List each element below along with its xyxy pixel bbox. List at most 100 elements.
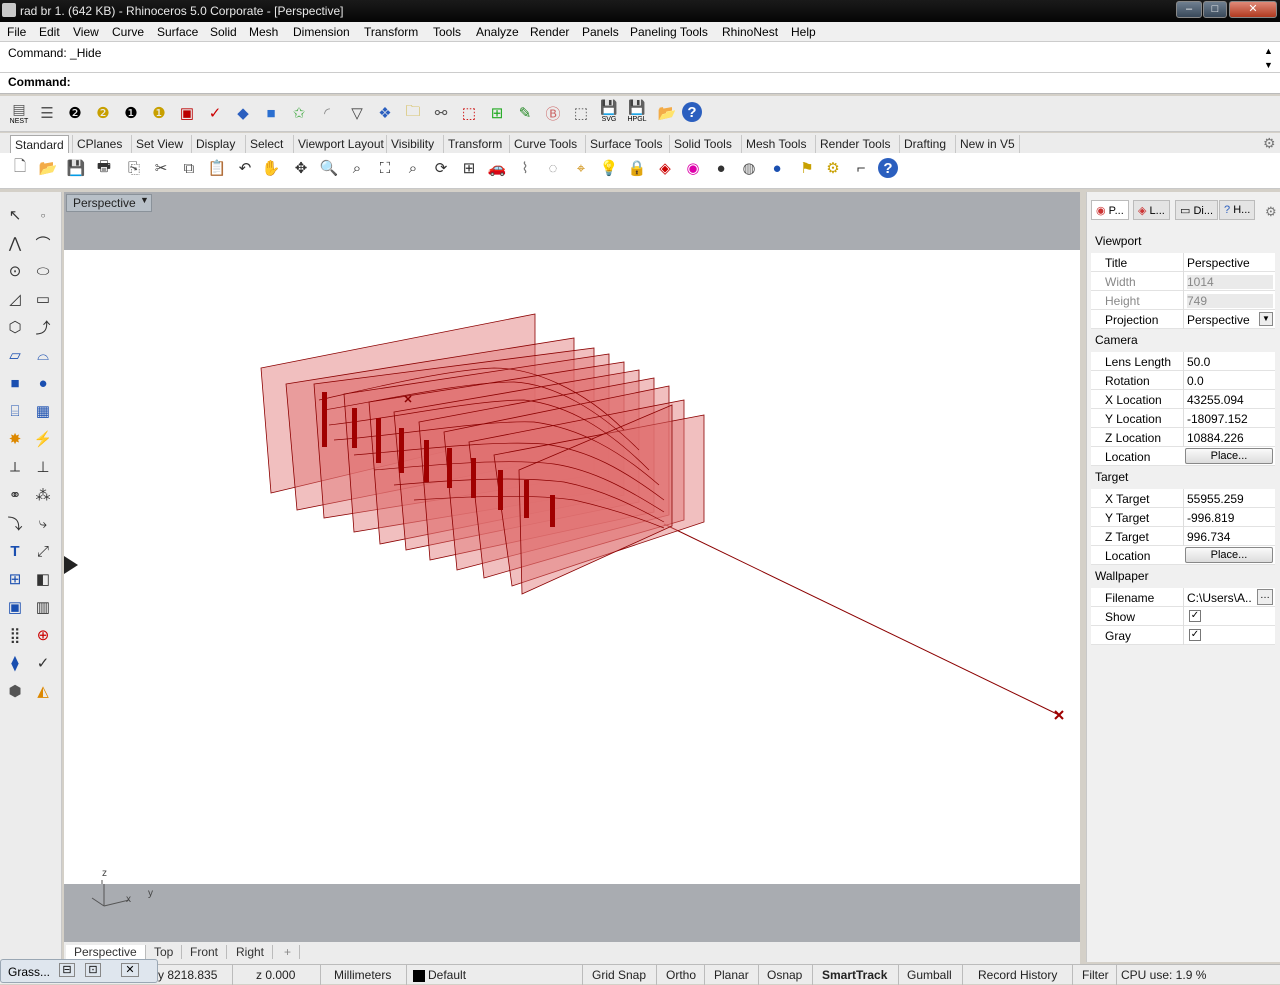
tab-set-view[interactable]: Set View bbox=[131, 135, 187, 153]
menu-surface[interactable]: Surface bbox=[157, 25, 198, 39]
menu-dimension[interactable]: Dimension bbox=[293, 25, 350, 39]
ball-one-icon[interactable]: ❶ bbox=[120, 102, 142, 124]
title-field[interactable]: Perspective bbox=[1187, 256, 1273, 270]
menu-render[interactable]: Render bbox=[530, 25, 569, 39]
viewport-title[interactable]: Perspective ▼ bbox=[66, 194, 152, 212]
camera-place-button[interactable]: Place... bbox=[1185, 448, 1273, 464]
toggle-ortho[interactable]: Ortho bbox=[666, 968, 696, 982]
trim-icon[interactable]: ⟂ bbox=[4, 456, 26, 478]
list-icon[interactable]: ☰ bbox=[36, 102, 58, 124]
tab-solid-tools[interactable]: Solid Tools bbox=[669, 135, 736, 153]
menu-transform[interactable]: Transform bbox=[364, 25, 418, 39]
menu-solid[interactable]: Solid bbox=[210, 25, 237, 39]
tab-layers[interactable]: ◈ L... bbox=[1133, 200, 1170, 220]
menu-analyze[interactable]: Analyze bbox=[476, 25, 519, 39]
circle-icon[interactable]: ⊙ bbox=[4, 260, 26, 282]
solid-sphere-icon[interactable]: ● bbox=[32, 372, 54, 394]
browse-button[interactable]: … bbox=[1257, 589, 1273, 605]
scroll-up-icon[interactable]: ▲ bbox=[1264, 46, 1273, 56]
gumball-icon[interactable]: ⊕ bbox=[32, 624, 54, 646]
circle-select-icon[interactable]: ◌ bbox=[542, 157, 564, 179]
tab-cplanes[interactable]: CPlanes bbox=[72, 135, 126, 153]
close-button[interactable]: ✕ bbox=[1229, 1, 1277, 18]
color-wheel-icon[interactable]: ◉ bbox=[682, 157, 704, 179]
paste-icon[interactable]: 📋 bbox=[206, 157, 228, 179]
gear-icon[interactable]: ⚙ bbox=[1263, 135, 1276, 152]
render-sphere-icon[interactable]: ● bbox=[766, 157, 788, 179]
toggle-smarttrack[interactable]: SmartTrack bbox=[822, 968, 887, 982]
projection-dropdown-icon[interactable]: ▼ bbox=[1259, 312, 1273, 326]
copy-icon[interactable]: ⧉ bbox=[178, 157, 200, 179]
ball-gold-icon[interactable]: ❷ bbox=[92, 102, 114, 124]
dimension-tool-icon[interactable]: ⤢ bbox=[32, 540, 54, 562]
grasshopper-taskbar[interactable]: Grass... ⊟ ⊡ ✕ bbox=[0, 959, 158, 983]
tab-view-front[interactable]: Front bbox=[182, 945, 228, 959]
paint-icon[interactable]: ✎ bbox=[514, 102, 536, 124]
light-bulb-icon[interactable]: 💡 bbox=[598, 157, 620, 179]
panel-gear-icon[interactable]: ⚙ bbox=[1265, 204, 1277, 220]
tab-mesh-tools[interactable]: Mesh Tools bbox=[741, 135, 810, 153]
toggle-record-history[interactable]: Record History bbox=[978, 968, 1057, 982]
tab-select[interactable]: Select bbox=[245, 135, 287, 153]
add-view-tab-button[interactable]: + bbox=[276, 945, 301, 959]
fillet-icon[interactable]: ⤵ bbox=[4, 512, 26, 534]
y-location-field[interactable]: -18097.152 bbox=[1187, 412, 1273, 426]
rectangle-icon[interactable]: ▭ bbox=[32, 288, 54, 310]
material-icon[interactable]: ◭ bbox=[32, 680, 54, 702]
tab-viewport-layout[interactable]: Viewport Layout bbox=[293, 135, 388, 153]
undo-icon[interactable]: ↶ bbox=[234, 157, 256, 179]
crystal-icon[interactable]: ❖ bbox=[374, 102, 396, 124]
tab-properties[interactable]: ◉ P... bbox=[1091, 200, 1129, 220]
arrange-icon[interactable]: ◆ bbox=[232, 102, 254, 124]
show-checkbox[interactable]: ✓ bbox=[1189, 610, 1201, 622]
arc-icon[interactable]: ◜ bbox=[316, 102, 338, 124]
menu-file[interactable]: File bbox=[7, 25, 26, 39]
group-icon[interactable]: ⁂ bbox=[32, 484, 54, 506]
mirror-icon[interactable]: ◧ bbox=[32, 568, 54, 590]
zoom-icon[interactable]: 🔍 bbox=[318, 157, 340, 179]
ball-tag-icon[interactable]: ❶ bbox=[148, 102, 170, 124]
layer-color-swatch[interactable] bbox=[413, 970, 425, 982]
arc-tool-icon[interactable]: ◿ bbox=[4, 288, 26, 310]
hatch-icon[interactable]: ▥ bbox=[32, 596, 54, 618]
boolean-union-icon[interactable]: ⚭ bbox=[4, 484, 26, 506]
tab-view-top[interactable]: Top bbox=[146, 945, 183, 959]
dimension-icon[interactable]: ⌐ bbox=[850, 157, 872, 179]
maximize-small-icon[interactable]: ⊡ bbox=[85, 963, 101, 977]
toggle-grid-snap[interactable]: Grid Snap bbox=[592, 968, 646, 982]
y-target-field[interactable]: -996.819 bbox=[1187, 511, 1273, 525]
polyline-icon[interactable]: ⋀ bbox=[4, 232, 26, 254]
four-view-icon[interactable]: ⊞ bbox=[458, 157, 480, 179]
cylinder-icon[interactable]: ⌸ bbox=[4, 400, 26, 422]
menu-edit[interactable]: Edit bbox=[39, 25, 60, 39]
lightning-icon[interactable]: ⚡ bbox=[32, 428, 54, 450]
z-target-field[interactable]: 996.734 bbox=[1187, 530, 1273, 544]
polygon-icon[interactable]: ⬡ bbox=[4, 316, 26, 338]
snap-point-icon[interactable]: ⌖ bbox=[570, 157, 592, 179]
select-arrow-icon[interactable]: ↖ bbox=[4, 204, 26, 226]
toggle-planar[interactable]: Planar bbox=[714, 968, 749, 982]
layer-label[interactable]: Default bbox=[428, 968, 466, 982]
tab-view-right[interactable]: Right bbox=[228, 945, 274, 959]
rendered-sphere-icon[interactable]: ◍ bbox=[738, 157, 760, 179]
blend-icon[interactable]: ⤷ bbox=[32, 512, 54, 534]
scroll-down-icon[interactable]: ▼ bbox=[1264, 60, 1273, 70]
menu-rhinonest[interactable]: RhinoNest bbox=[722, 25, 778, 39]
lock-icon[interactable]: 🔒 bbox=[626, 157, 648, 179]
tab-help[interactable]: ? H... bbox=[1219, 200, 1256, 220]
new-file-icon[interactable]: 🗋 bbox=[9, 157, 31, 179]
print-red-icon[interactable]: ▣ bbox=[176, 102, 198, 124]
print-icon[interactable]: 🖶 bbox=[93, 157, 115, 179]
rotate-view-icon[interactable]: ⟳ bbox=[430, 157, 452, 179]
sun-icon[interactable]: ⚑ bbox=[796, 157, 818, 179]
solid-box-icon[interactable]: ■ bbox=[4, 372, 26, 394]
folders-icon[interactable]: 🗀 bbox=[402, 102, 424, 124]
b-icon[interactable]: Ⓑ bbox=[542, 102, 564, 124]
star-outline-icon[interactable]: ✩ bbox=[288, 102, 310, 124]
toggle-filter[interactable]: Filter bbox=[1082, 968, 1109, 982]
tab-surface-tools[interactable]: Surface Tools bbox=[585, 135, 667, 153]
save-icon[interactable]: 💾 bbox=[65, 157, 87, 179]
tab-new-in-v5[interactable]: New in V5 bbox=[955, 135, 1020, 153]
expand-panel-arrow-icon[interactable] bbox=[64, 556, 78, 574]
bone-icon[interactable]: ⚯ bbox=[430, 102, 452, 124]
